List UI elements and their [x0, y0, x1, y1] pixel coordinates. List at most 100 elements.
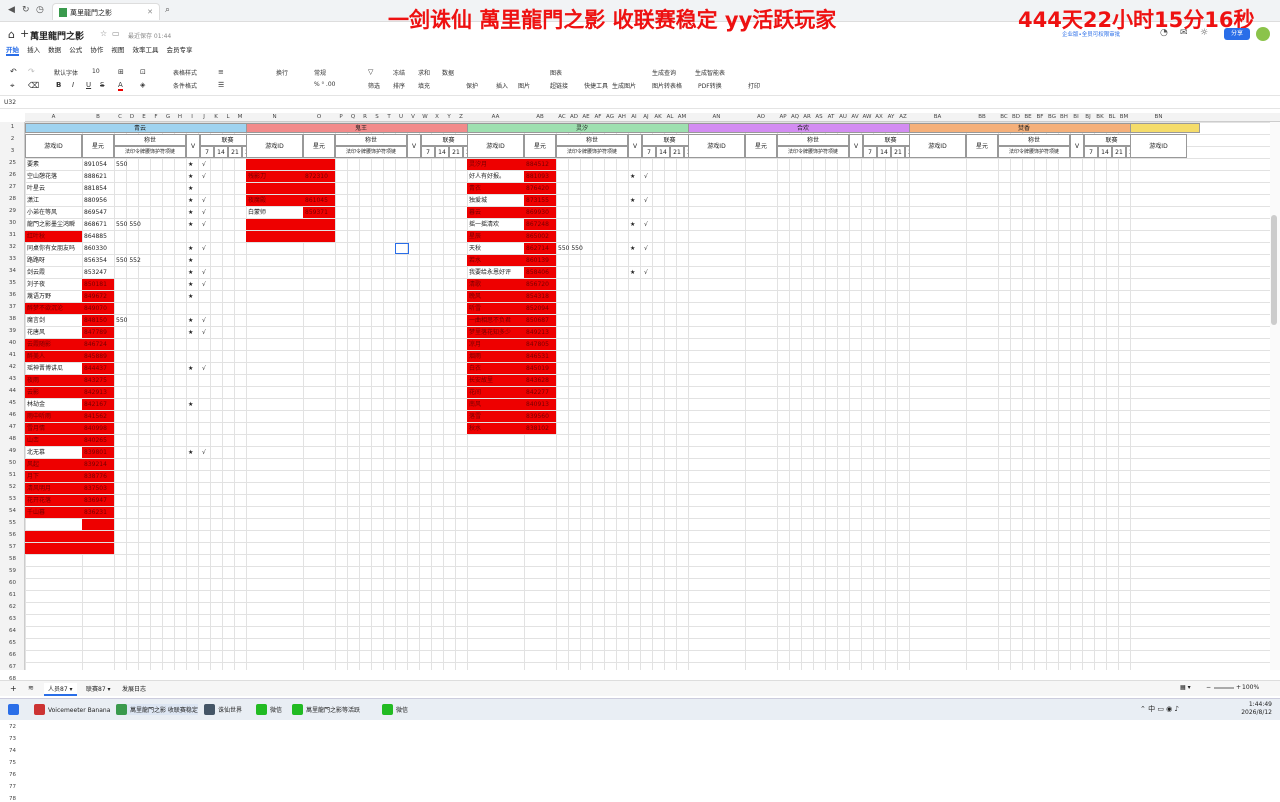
column-header[interactable]: BI [1070, 114, 1082, 120]
star-value-cell[interactable]: 853247 [82, 267, 114, 278]
column-header[interactable]: AO [745, 114, 777, 120]
week-header[interactable]: 7 [642, 146, 656, 158]
league-check-cell[interactable]: √ [200, 363, 210, 374]
league-check-cell[interactable]: √ [642, 171, 652, 182]
column-header[interactable]: BN [1130, 114, 1187, 120]
star-value-cell[interactable]: 867248 [524, 219, 556, 230]
star-value-cell[interactable] [82, 531, 114, 542]
row-number[interactable]: 28 [0, 196, 25, 202]
rank-header[interactable]: 称世 [777, 134, 849, 146]
star-value-cell[interactable]: 856354 [82, 255, 114, 266]
id-header[interactable]: 游戏ID [25, 134, 82, 158]
star-value-cell[interactable]: 842913 [82, 387, 114, 398]
row-number[interactable]: 61 [0, 592, 25, 598]
column-header[interactable]: AZ [897, 114, 909, 120]
v-header[interactable]: V [407, 134, 421, 158]
player-id-cell[interactable] [25, 519, 82, 530]
rank-sub-header[interactable]: 法印令牌腰饰护符项链 [777, 146, 849, 158]
star-value-cell[interactable]: 884512 [524, 159, 556, 170]
star-value-cell[interactable]: 837503 [82, 483, 114, 494]
column-header[interactable]: AQ [789, 114, 801, 120]
player-id-cell[interactable]: 风起 [25, 459, 82, 470]
rank-cell[interactable]: 550 [114, 159, 174, 170]
row-number[interactable]: 3 [0, 148, 25, 154]
star-value-cell[interactable]: 847789 [82, 327, 114, 338]
player-id-cell[interactable]: 好人有好报。 [467, 171, 524, 182]
star-icon[interactable]: ☆ [100, 29, 107, 38]
column-header[interactable]: BD [1010, 114, 1022, 120]
row-number[interactable]: 66 [0, 652, 25, 658]
taskbar-app[interactable]: 诛仙世界 [204, 704, 242, 715]
quick-tools-button[interactable]: 快捷工具 [584, 81, 608, 90]
player-id-cell[interactable]: 龍門之影墨尘鸿瞬 [25, 219, 82, 230]
sheet-list-icon[interactable]: ≋ [28, 684, 34, 692]
star-value-cell[interactable]: 840913 [524, 399, 556, 410]
v-mark-cell[interactable]: ★ [628, 195, 638, 206]
valign-icon[interactable]: ☰ [218, 81, 224, 89]
player-id-cell[interactable]: 同桌你有女朋友吗 [25, 243, 82, 254]
column-header[interactable]: U [395, 114, 407, 120]
row-number[interactable]: 77 [0, 784, 25, 790]
column-header[interactable]: AX [873, 114, 885, 120]
column-header[interactable]: AI [628, 114, 640, 120]
star-value-cell[interactable]: 888621 [82, 171, 114, 182]
table-style-button[interactable]: 表格样式 [173, 68, 197, 77]
rank-sub-header[interactable]: 法印令牌腰饰护符项链 [556, 146, 628, 158]
league-check-cell[interactable]: √ [200, 267, 210, 278]
column-header[interactable]: N [246, 114, 303, 120]
zoom-level[interactable]: 100% [1242, 684, 1259, 691]
row-number[interactable]: 50 [0, 460, 25, 466]
menu-view[interactable]: 视图 [111, 44, 124, 54]
player-id-cell[interactable]: 夜雨 [25, 375, 82, 386]
column-header[interactable]: AD [568, 114, 580, 120]
v-mark-cell[interactable]: ★ [186, 291, 196, 302]
column-header[interactable]: BH [1058, 114, 1070, 120]
column-header[interactable]: AW [861, 114, 873, 120]
v-mark-cell[interactable]: ★ [186, 363, 196, 374]
avatar[interactable] [1256, 27, 1270, 41]
row-number[interactable]: 46 [0, 412, 25, 418]
league-check-cell[interactable]: √ [200, 195, 210, 206]
italic-icon[interactable]: I [72, 81, 74, 89]
row-number[interactable]: 73 [0, 736, 25, 742]
column-header[interactable]: BA [909, 114, 966, 120]
column-header[interactable]: Q [347, 114, 359, 120]
notification-icon[interactable]: ☼ [1200, 28, 1208, 38]
v-mark-cell[interactable]: ★ [186, 159, 196, 170]
pdf-button[interactable]: PDF转换 [698, 81, 722, 90]
font-size-select[interactable]: 10 [92, 68, 100, 75]
column-header[interactable]: AC [556, 114, 568, 120]
star-value-cell[interactable] [82, 543, 114, 554]
gen-query-button[interactable]: 生成查询 [652, 68, 676, 77]
column-header[interactable]: AN [688, 114, 745, 120]
player-id-cell[interactable]: 雪月情 [25, 423, 82, 434]
player-id-cell[interactable]: 山峦 [25, 435, 82, 446]
zoom-out-icon[interactable]: − [1206, 684, 1211, 691]
star-value-cell[interactable] [303, 183, 335, 194]
sort-button[interactable]: 排序 [393, 81, 405, 90]
column-header[interactable]: J [198, 114, 210, 120]
column-header[interactable]: A [25, 114, 82, 120]
star-header[interactable]: 星元 [524, 134, 556, 158]
id-header[interactable]: 游戏ID [688, 134, 745, 158]
league-check-cell[interactable]: √ [200, 219, 210, 230]
column-header[interactable]: BC [998, 114, 1010, 120]
v-mark-cell[interactable]: ★ [628, 243, 638, 254]
column-header[interactable]: BF [1034, 114, 1046, 120]
v-mark-cell[interactable]: ★ [628, 219, 638, 230]
faction-header[interactable]: 灵汐 [467, 123, 697, 133]
close-tab-icon[interactable]: ✕ [147, 8, 153, 16]
week-header[interactable]: 14 [214, 146, 228, 158]
star-header[interactable]: 星元 [82, 134, 114, 158]
taskbar-app[interactable]: 微信 [382, 704, 408, 715]
v-mark-cell[interactable]: ★ [186, 279, 196, 290]
column-header[interactable]: W [419, 114, 431, 120]
player-id-cell[interactable]: 夜魔殿 [246, 195, 303, 206]
star-value-cell[interactable]: 862714 [524, 243, 556, 254]
rank-sub-header[interactable]: 法印令牌腰饰护符项链 [335, 146, 407, 158]
league-check-cell[interactable]: √ [642, 243, 652, 254]
star-value-cell[interactable]: 843628 [524, 375, 556, 386]
row-number[interactable]: 33 [0, 256, 25, 262]
player-id-cell[interactable]: 梦里落花知多少 [467, 327, 524, 338]
v-header[interactable]: V [628, 134, 642, 158]
